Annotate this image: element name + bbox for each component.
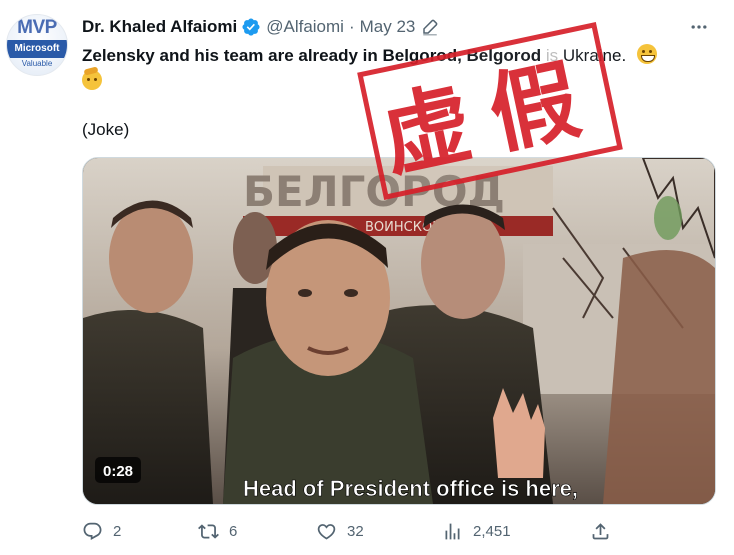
heart-icon xyxy=(317,524,336,540)
views-chart-icon xyxy=(445,523,460,540)
tweet-aside: (Joke) xyxy=(82,120,130,139)
views-button[interactable]: 2,451 xyxy=(442,521,511,542)
like-count: 32 xyxy=(347,523,364,540)
tweet-header: Dr. Khaled Alfaiomi @Alfaiomi · May 23 xyxy=(82,16,439,38)
like-button[interactable]: 32 xyxy=(316,521,364,542)
grinning-emoji-icon xyxy=(636,44,657,64)
tweet-actions: 2 6 32 2,451 xyxy=(82,518,712,546)
edit-pencil-icon[interactable] xyxy=(421,18,439,36)
video-duration: 0:28 xyxy=(103,463,133,480)
author-name[interactable]: Dr. Khaled Alfaiomi xyxy=(82,17,237,37)
tweet-date[interactable]: May 23 xyxy=(360,17,416,37)
saluting-emoji-icon xyxy=(82,70,102,90)
tweet-video[interactable]: БЕЛГОРОД ВОИНСКОЙ 0:28 Head of President… xyxy=(82,157,716,505)
video-caption: Head of President office is here, xyxy=(243,476,578,501)
reply-button[interactable]: 2 xyxy=(82,521,121,542)
share-button[interactable] xyxy=(590,521,611,542)
avatar-microsoft-text: Microsoft xyxy=(7,40,67,58)
author-handle[interactable]: @Alfaiomi xyxy=(266,17,344,37)
views-count: 2,451 xyxy=(473,523,511,540)
repost-button[interactable]: 6 xyxy=(198,521,237,542)
share-icon xyxy=(592,523,609,540)
repost-icon xyxy=(198,524,219,539)
repost-count: 6 xyxy=(229,523,238,540)
avatar[interactable]: MVP Microsoft Valuable xyxy=(6,14,68,76)
video-frame: БЕЛГОРОД ВОИНСКОЙ 0:28 Head of President… xyxy=(83,158,715,504)
more-dots-icon[interactable] xyxy=(686,14,712,40)
reply-count: 2 xyxy=(113,523,122,540)
avatar-mvp-text: MVP xyxy=(17,17,57,38)
verified-badge-icon[interactable] xyxy=(241,17,261,37)
header-separator: · xyxy=(348,17,355,36)
reply-icon xyxy=(83,522,102,540)
avatar-valuable-text: Valuable xyxy=(21,59,53,68)
